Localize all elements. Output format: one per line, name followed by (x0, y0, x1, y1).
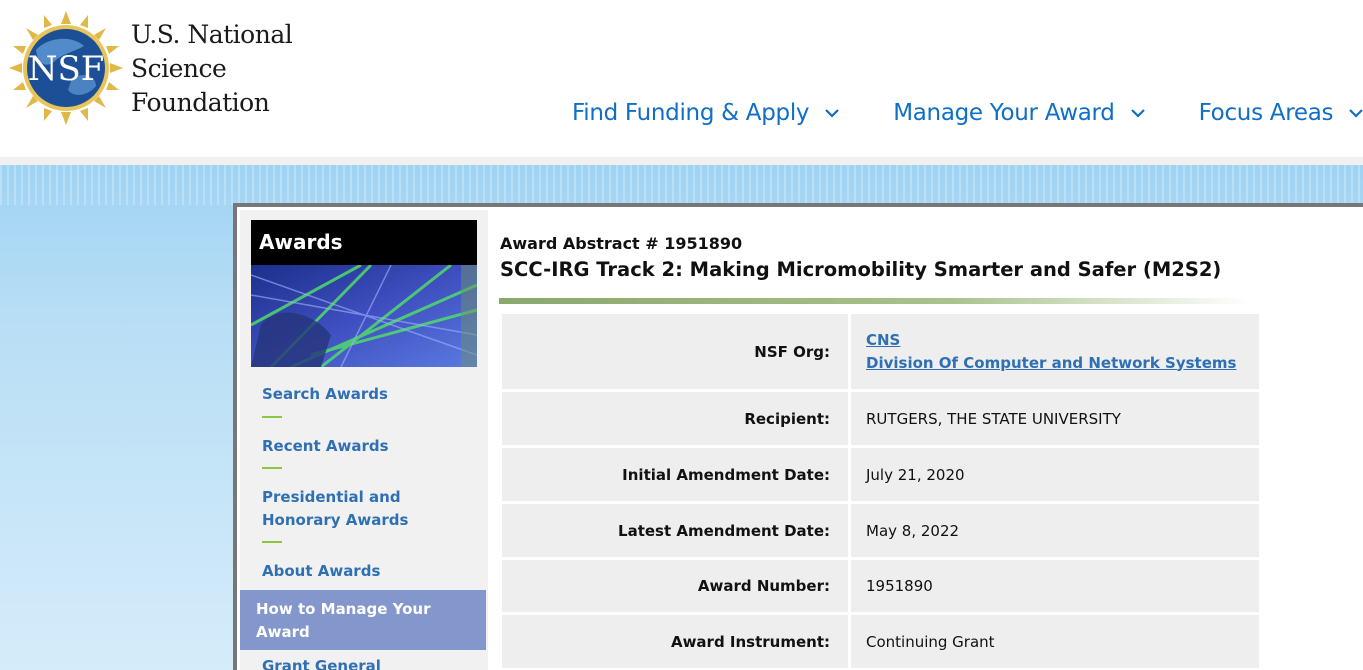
site-name-line3: Foundation (131, 88, 270, 117)
detail-value: 1951890 (851, 560, 1259, 612)
site-name-line2: Science (131, 54, 227, 83)
nsf-org-name-link[interactable]: Division Of Computer and Network Systems (866, 352, 1236, 375)
sidebar-link-recent-awards[interactable]: Recent Awards (262, 435, 389, 458)
site-header: NSF U.S. National Science Foundation Fin… (0, 0, 1363, 158)
award-title: SCC-IRG Track 2: Making Micromobility Sm… (500, 258, 1222, 281)
sidebar-link-presidential-awards[interactable]: Presidential and Honorary Awards (262, 486, 408, 532)
detail-label: Recipient: (502, 392, 848, 445)
detail-label: Award Number: (502, 560, 848, 612)
site-name-line1: U.S. National (131, 20, 293, 49)
sidebar-link-how-to-manage-award[interactable]: How to Manage Your Award (240, 590, 486, 650)
nav-find-funding-label: Find Funding & Apply (572, 100, 810, 126)
seal-text: NSF (28, 49, 105, 89)
detail-label: Initial Amendment Date: (502, 448, 848, 501)
nav-manage-award[interactable]: Manage Your Award (893, 100, 1146, 126)
sidebar-separator (262, 416, 282, 418)
detail-row-award-number: Award Number: 1951890 (502, 560, 1259, 612)
nav-focus-areas-label: Focus Areas (1198, 100, 1334, 126)
nav-focus-areas[interactable]: Focus Areas (1199, 100, 1363, 126)
detail-row-initial-amendment: Initial Amendment Date: July 21, 2020 (502, 448, 1259, 501)
sidebar-link-presidential-line1: Presidential and (262, 488, 401, 506)
detail-label: NSF Org: (502, 314, 848, 389)
detail-row-nsf-org: NSF Org: CNS Division Of Computer and Ne… (502, 314, 1259, 389)
main-nav: Find Funding & Apply Manage Your Award F… (572, 100, 1363, 126)
chevron-down-icon (1349, 109, 1363, 118)
sidebar-link-presidential-line2: Honorary Awards (262, 511, 409, 529)
background-stripes (0, 165, 1363, 205)
awards-banner-image (251, 265, 477, 367)
detail-value: RUTGERS, THE STATE UNIVERSITY (851, 392, 1259, 445)
title-underline (499, 298, 1249, 304)
sidebar-separator (262, 541, 282, 543)
sidebar-link-search-awards[interactable]: Search Awards (262, 383, 388, 406)
detail-row-recipient: Recipient: RUTGERS, THE STATE UNIVERSITY (502, 392, 1259, 445)
sidebar-link-about-awards[interactable]: About Awards (262, 560, 380, 583)
header-divider (0, 157, 1363, 165)
chevron-down-icon (1130, 109, 1145, 118)
nav-find-funding[interactable]: Find Funding & Apply (572, 100, 841, 126)
sidebar-active-line1: How to Manage Your (256, 600, 431, 618)
awards-banner-title: Awards (251, 220, 477, 265)
nsf-org-code-link[interactable]: CNS (866, 329, 1236, 352)
detail-value: July 21, 2020 (851, 448, 1259, 501)
detail-value: Continuing Grant (851, 615, 1259, 668)
sidebar-separator (262, 467, 282, 469)
detail-value: CNS Division Of Computer and Network Sys… (851, 314, 1259, 389)
awards-banner: Awards (251, 220, 477, 367)
detail-label: Award Instrument: (502, 615, 848, 668)
site-name[interactable]: U.S. National Science Foundation (131, 18, 293, 120)
detail-label: Latest Amendment Date: (502, 504, 848, 557)
nsf-seal-logo[interactable]: NSF (8, 10, 124, 126)
chevron-down-icon (825, 109, 839, 118)
sidebar-active-line2: Award (256, 623, 310, 641)
detail-value: May 8, 2022 (851, 504, 1259, 557)
nav-manage-award-label: Manage Your Award (893, 100, 1115, 126)
detail-row-latest-amendment: Latest Amendment Date: May 8, 2022 (502, 504, 1259, 557)
sidebar-link-grant-general[interactable]: Grant General (262, 655, 381, 670)
award-abstract-label: Award Abstract # 1951890 (500, 234, 743, 253)
detail-row-award-instrument: Award Instrument: Continuing Grant (502, 615, 1259, 668)
